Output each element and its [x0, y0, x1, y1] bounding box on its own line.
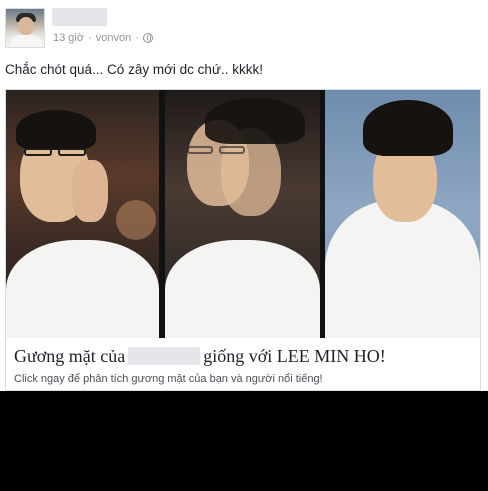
- title-name-redacted: [128, 347, 201, 365]
- author-name-redacted[interactable]: [52, 8, 107, 26]
- post-meta: 13 giờ · vonvon ·: [53, 32, 153, 44]
- post-via-app[interactable]: vonvon: [96, 32, 131, 44]
- post-timestamp[interactable]: 13 giờ: [53, 32, 84, 44]
- post-status-text: Chắc chót quá... Có zây mới dc chứ.. kkk…: [5, 62, 263, 77]
- avatar[interactable]: [5, 8, 45, 48]
- link-preview-image[interactable]: [6, 90, 480, 338]
- black-overlay-region: [0, 391, 488, 491]
- link-card-description: Click ngay để phân tích gương mặt của bạ…: [14, 373, 323, 385]
- link-card-title[interactable]: Gương mặt của giống với LEE MIN HO!: [14, 346, 386, 367]
- feed-post: 13 giờ · vonvon · Chắc chót quá... Có zâ…: [0, 0, 488, 391]
- globe-icon[interactable]: [142, 33, 153, 43]
- meta-separator: ·: [88, 32, 92, 44]
- link-preview-card[interactable]: Gương mặt của giống với LEE MIN HO! Click…: [5, 89, 481, 391]
- meta-separator: ·: [135, 32, 139, 44]
- face-photo-2: [165, 90, 320, 338]
- link-card-title-part2: giống với LEE MIN HO!: [203, 346, 386, 366]
- link-card-title-part1: Gương mặt của: [14, 346, 126, 366]
- face-photo-3: [325, 90, 480, 338]
- face-photo-1: [6, 90, 159, 338]
